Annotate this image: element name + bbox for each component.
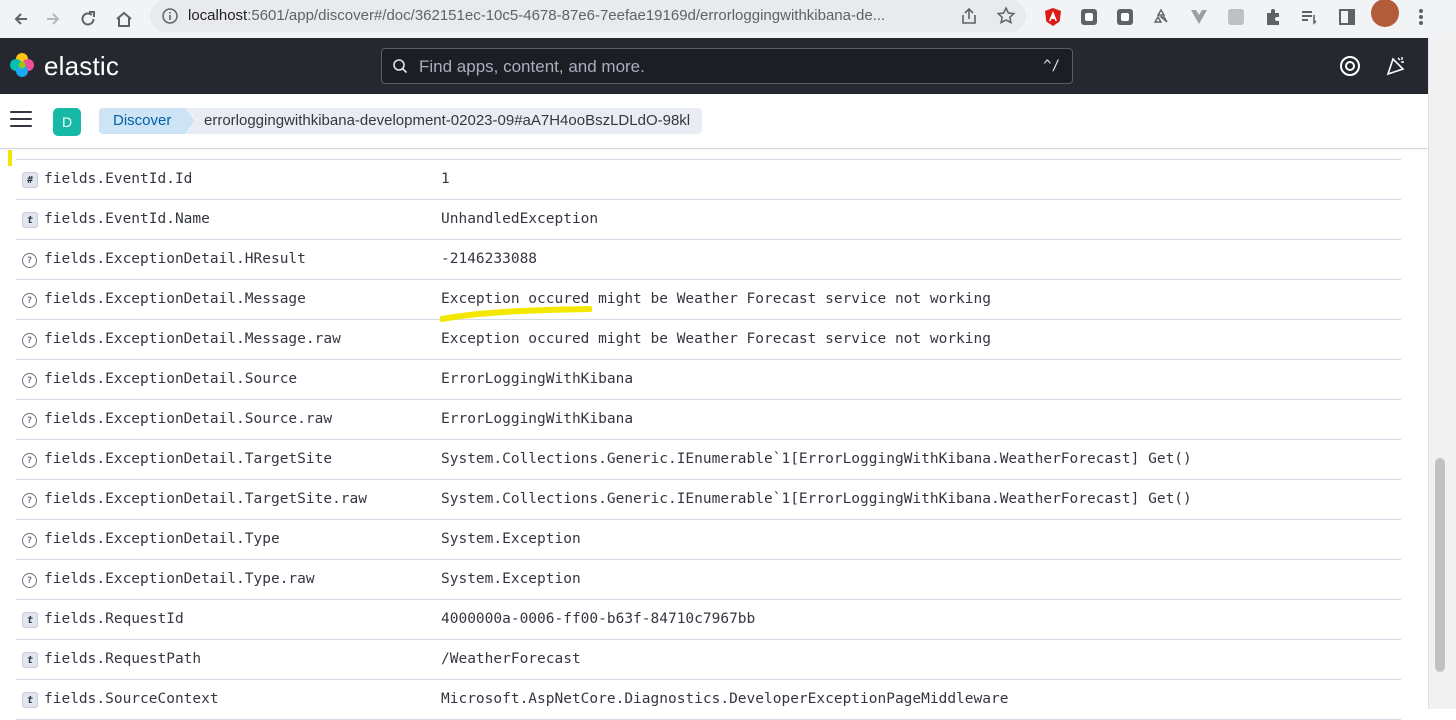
back-arrow-icon[interactable] [6,4,36,34]
field-name: fields.SourceContext [44,691,219,707]
field-name: fields.RequestId [44,611,184,627]
table-row[interactable]: # fields.EventId.Id 1 [16,160,1401,200]
unknown-field-icon: ? [22,533,37,548]
elastic-logo-icon[interactable] [8,51,36,79]
news-feed-icon[interactable] [1384,54,1408,78]
table-row[interactable]: ? fields.ExceptionDetail.Message.raw Excep… [16,320,1401,360]
annotation-mark [8,150,12,166]
field-value: ErrorLoggingWithKibana [441,411,634,427]
document-fields-table: # fields.EventId.Id 1 t fields.EventId.Name U… [16,149,1401,720]
field-name: fields.ExceptionDetail.Source [44,371,298,387]
unknown-field-icon: ? [22,493,37,508]
table-row[interactable]: t fields.SourceContext Microsoft.AspNetCor… [16,680,1401,720]
field-name: fields.ExceptionDetail.Type [44,531,280,547]
forward-arrow-icon[interactable] [38,4,68,34]
reading-list-icon[interactable] [1296,4,1322,30]
breadcrumb-bar: D Discover errorloggingwithkibana-develo… [0,94,1428,149]
unknown-field-icon: ? [22,573,37,588]
table-row[interactable]: ? fields.ExceptionDetail.TargetSite.raw Sy… [16,480,1401,520]
kibana-header: elastic Find apps, content, and more. ^/ [0,38,1428,94]
bookmark-star-icon[interactable] [996,6,1016,31]
reload-icon[interactable] [73,4,103,34]
field-name: fields.EventId.Name [44,211,210,227]
table-row[interactable]: t fields.RequestId 4000000a-0006-ff00-b63f… [16,600,1401,640]
field-name: fields.ExceptionDetail.TargetSite.raw [44,491,368,507]
unknown-field-icon: ? [22,413,37,428]
hamburger-menu-icon[interactable] [10,111,32,131]
field-name: fields.ExceptionDetail.Type.raw [44,571,315,587]
unknown-field-icon: ? [22,253,37,268]
extension-icon[interactable] [1112,4,1138,30]
string-field-icon: t [22,612,38,628]
table-row[interactable]: ? fields.ExceptionDetail.Source ErrorLoggi… [16,360,1401,400]
home-icon[interactable] [109,4,139,34]
field-name: fields.RequestPath [44,651,202,667]
field-name: fields.ExceptionDetail.Message [44,291,306,307]
field-value: 1 [441,171,450,187]
field-value: System.Exception [441,571,581,587]
unknown-field-icon: ? [22,333,37,348]
search-icon [392,58,408,79]
yellow-highlight-annotation [440,306,592,322]
field-value: Exception occured might be Weather Forec… [441,331,991,347]
table-row[interactable]: t fields.EventId.Name UnhandledException [16,200,1401,240]
string-field-icon: t [22,652,38,668]
search-shortcut-hint: ^/ [1043,58,1060,74]
table-row[interactable]: ? fields.ExceptionDetail.Message Exception… [16,280,1401,320]
field-value: UnhandledException [441,211,599,227]
field-value: Microsoft.AspNetCore.Diagnostics.Develop… [441,691,1009,707]
number-field-icon: # [22,172,38,188]
elastic-logo-text[interactable]: elastic [44,51,119,82]
field-value: -2146233088 [441,251,538,267]
url-host: localhost [188,7,248,24]
profile-avatar[interactable] [1371,0,1399,27]
field-value: System.Collections.Generic.IEnumerable`1… [441,451,1192,467]
help-lifebuoy-icon[interactable] [1338,54,1362,78]
breadcrumb-document: errorloggingwithkibana-development-02023… [186,108,703,134]
field-value: /WeatherForecast [441,651,581,667]
page-scrollbar[interactable] [1428,38,1456,709]
global-search-input[interactable]: Find apps, content, and more. ^/ [381,48,1073,84]
string-field-icon: t [22,212,38,228]
site-info-icon[interactable] [162,8,178,29]
table-row [16,149,1401,160]
field-name: fields.ExceptionDetail.HResult [44,251,306,267]
breadcrumb-discover[interactable]: Discover [99,108,195,134]
field-name: fields.ExceptionDetail.Message.raw [44,331,341,347]
side-panel-icon[interactable] [1334,4,1360,30]
recycle-extension-icon[interactable] [1148,4,1174,30]
scrollbar-thumb[interactable] [1435,458,1445,672]
extension-icon[interactable] [1223,4,1249,30]
share-icon[interactable] [960,7,978,30]
field-name: fields.EventId.Id [44,171,193,187]
table-row[interactable]: ? fields.ExceptionDetail.Type System.Excep… [16,520,1401,560]
unknown-field-icon: ? [22,373,37,388]
field-value: 4000000a-0006-ff00-b63f-84710c7967bb [441,611,756,627]
search-placeholder: Find apps, content, and more. [419,57,645,76]
field-value: System.Collections.Generic.IEnumerable`1… [441,491,1192,507]
browser-menu-icon[interactable] [1408,4,1434,30]
string-field-icon: t [22,692,38,708]
field-value: Exception occured might be Weather Forec… [441,291,991,307]
browser-toolbar: localhost:5601/app/discover#/doc/362151e… [0,0,1456,38]
address-bar[interactable]: localhost:5601/app/discover#/doc/362151e… [150,0,1026,32]
url-path: :5601/app/discover#/doc/362151ec-10c5-46… [247,7,886,24]
vue-extension-icon[interactable] [1186,4,1212,30]
url-text: localhost:5601/app/discover#/doc/362151e… [188,7,948,24]
space-avatar[interactable]: D [53,108,81,136]
field-value: System.Exception [441,531,581,547]
table-row[interactable]: t fields.RequestPath/WeatherForecast [16,640,1401,680]
table-row[interactable]: ? fields.ExceptionDetail.Source.raw ErrorL… [16,400,1401,440]
unknown-field-icon: ? [22,293,37,308]
extension-icon[interactable] [1076,4,1102,30]
unknown-field-icon: ? [22,453,37,468]
table-row[interactable]: ? fields.ExceptionDetail.TargetSite System… [16,440,1401,480]
table-row[interactable]: ? fields.ExceptionDetail.HResult -21462330… [16,240,1401,280]
field-value: ErrorLoggingWithKibana [441,371,634,387]
extensions-puzzle-icon[interactable] [1260,4,1286,30]
angular-extension-icon[interactable] [1040,4,1066,30]
field-name: fields.ExceptionDetail.TargetSite [44,451,333,467]
field-name: fields.ExceptionDetail.Source.raw [44,411,333,427]
table-row[interactable]: ? fields.ExceptionDetail.Type.raw System.E… [16,560,1401,600]
